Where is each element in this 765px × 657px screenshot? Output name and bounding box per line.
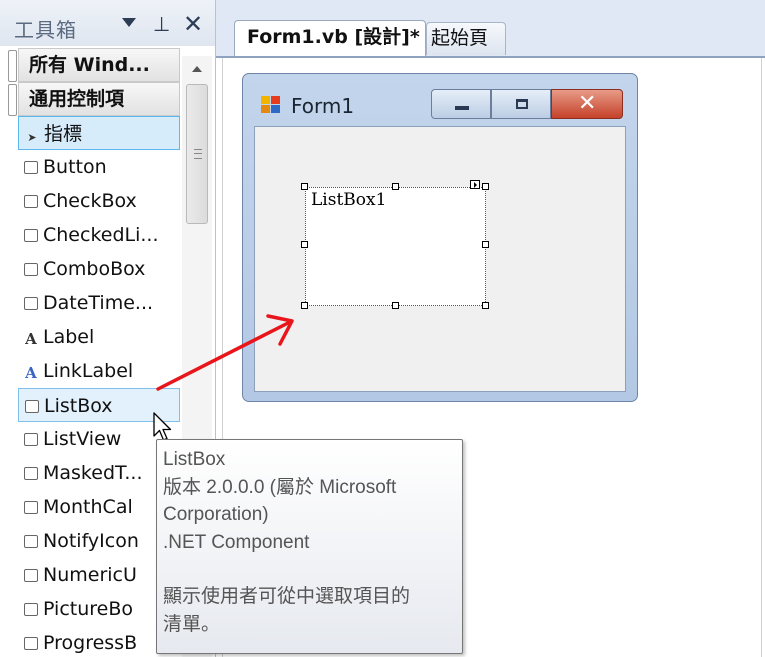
resize-handle[interactable]: [482, 241, 489, 248]
monthcalendar-control-icon: [24, 501, 38, 514]
toolbox-item-label: MaskedT...: [43, 462, 143, 484]
toolbox-item-linklabel[interactable]: A LinkLabel: [18, 354, 180, 388]
listbox-label: ListBox1: [311, 190, 387, 210]
tab-form1-design[interactable]: Form1.vb [設計]*: [234, 20, 426, 56]
toolbox-item-label: NotifyIcon: [43, 530, 139, 552]
resize-handle[interactable]: [482, 183, 489, 190]
scroll-up-icon[interactable]: [192, 66, 202, 72]
listview-control-icon: [24, 433, 38, 446]
button-control-icon: [24, 161, 38, 174]
tooltip-title: ListBox: [163, 449, 226, 470]
checkbox-control-icon: [24, 195, 38, 208]
toolbox-item-pointer[interactable]: ➤ 指標: [18, 116, 180, 150]
document-tab-strip: Form1.vb [設計]* 起始頁: [216, 0, 765, 57]
chevron-down-icon[interactable]: [122, 18, 136, 27]
tooltip-description: 顯示使用者可從中選取項目的: [163, 586, 411, 607]
resize-handle[interactable]: [301, 183, 308, 190]
toolbox-group-header[interactable]: 通用控制項: [18, 82, 180, 116]
combobox-control-icon: [24, 263, 38, 276]
label-control-icon: A: [25, 330, 37, 348]
toolbox-item-label: 指標: [44, 123, 83, 145]
linklabel-control-icon: A: [25, 364, 37, 382]
toolbox-item-label: CheckBox: [43, 190, 137, 212]
pointer-arrow-icon: ➤: [27, 131, 37, 144]
toolbox-header: 工具箱 ⊥ ✕: [0, 0, 215, 46]
tooltip-version: 版本 2.0.0.0 (屬於 Microsoft: [163, 476, 397, 498]
tooltip-version-cont: Corporation): [163, 504, 269, 525]
notifyicon-control-icon: [24, 535, 38, 548]
toolbox-item-label: ListView: [43, 428, 122, 450]
close-button[interactable]: ✕: [551, 89, 623, 119]
form-app-icon: [261, 96, 281, 114]
toolbox-title: 工具箱: [14, 18, 77, 42]
scroll-thumb[interactable]: [186, 84, 208, 224]
resize-handle[interactable]: [392, 302, 399, 309]
pin-icon[interactable]: ⊥: [153, 12, 170, 36]
form-title: Form1: [291, 94, 355, 118]
maximize-icon: [516, 99, 528, 109]
toolbox-item-label: MonthCal: [43, 496, 133, 518]
datetimepicker-control-icon: [24, 297, 38, 310]
smart-tag-icon[interactable]: [470, 180, 480, 189]
minimize-icon: [455, 106, 469, 110]
toolbox-item-label[interactable]: A Label: [18, 320, 180, 354]
close-icon[interactable]: ✕: [183, 10, 203, 38]
resize-handle[interactable]: [301, 241, 308, 248]
toolbox-item-label: Label: [43, 326, 95, 348]
tab-start-page[interactable]: 起始頁: [426, 22, 506, 55]
resize-handle[interactable]: [482, 302, 489, 309]
listbox-control-icon: [25, 400, 39, 413]
toolbox-item-label: ComboBox: [43, 258, 146, 280]
group-expander-icon[interactable]: [8, 50, 17, 82]
toolbox-item-label: LinkLabel: [43, 360, 134, 382]
checkedlistbox-control-icon: [24, 229, 38, 242]
toolbox-item-datetime[interactable]: DateTime...: [18, 286, 180, 320]
toolbox-item-checkbox[interactable]: CheckBox: [18, 184, 180, 218]
toolbox-item-label: CheckedLi...: [43, 224, 159, 246]
tooltip: ListBox 版本 2.0.0.0 (屬於 Microsoft Corpora…: [156, 439, 463, 654]
resize-handle[interactable]: [392, 183, 399, 190]
toolbox-item-label: PictureBo: [43, 598, 133, 620]
toolbox-item-label: DateTime...: [43, 292, 154, 314]
tooltip-description-cont: 清單。: [163, 613, 221, 635]
maskedtextbox-control-icon: [24, 467, 38, 480]
minimize-button[interactable]: [431, 89, 491, 119]
toolbox-item-label: ListBox: [44, 395, 113, 417]
group-expander-icon[interactable]: [8, 84, 17, 116]
toolbox-group-header[interactable]: 所有 Wind...: [18, 48, 180, 82]
toolbox-item-combobox[interactable]: ComboBox: [18, 252, 180, 286]
toolbox-item-button[interactable]: Button: [18, 150, 180, 184]
toolbox-item-checkedli[interactable]: CheckedLi...: [18, 218, 180, 252]
picturebox-control-icon: [24, 603, 38, 616]
listbox-control[interactable]: ListBox1: [305, 187, 486, 306]
tooltip-component: .NET Component: [163, 531, 310, 553]
maximize-button[interactable]: [491, 89, 551, 119]
resize-handle[interactable]: [301, 302, 308, 309]
numericupdown-control-icon: [24, 569, 38, 582]
progressbar-control-icon: [24, 637, 38, 650]
tooltip-spacer: [163, 556, 462, 583]
toolbox-item-label: NumericU: [43, 564, 137, 586]
grip-icon: [194, 149, 202, 159]
toolbox-item-label: ProgressB: [43, 632, 138, 654]
toolbox-item-label: Button: [43, 156, 107, 178]
close-icon: ✕: [578, 91, 597, 116]
